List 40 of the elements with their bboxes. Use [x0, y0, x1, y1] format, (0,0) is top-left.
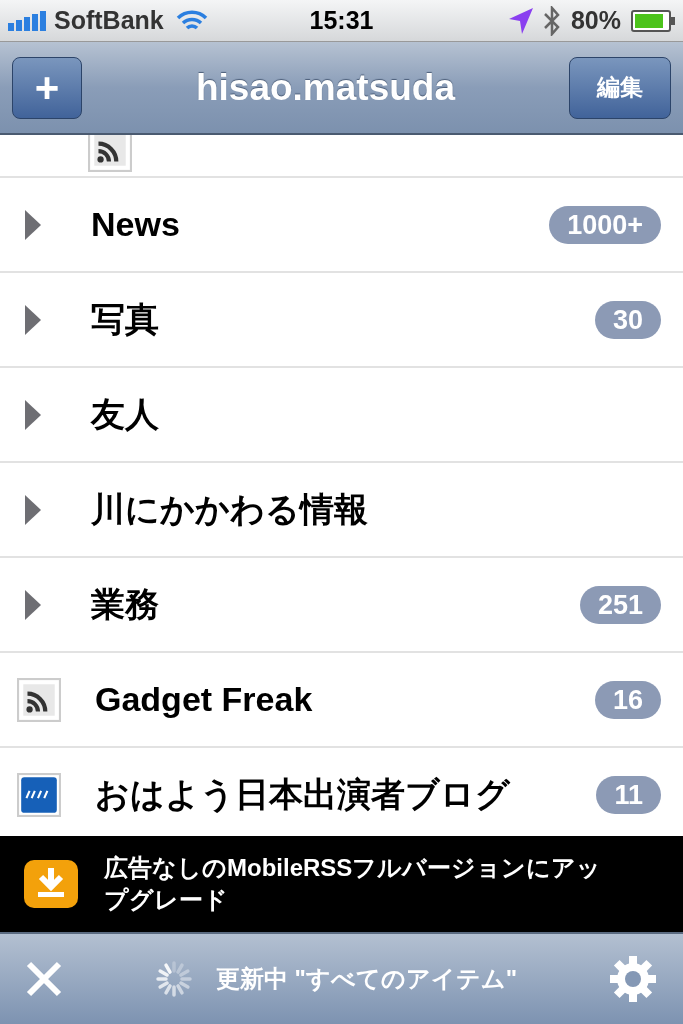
feed-row[interactable]: Gadget Freak 16	[0, 653, 683, 748]
account-title: hisao.matsuda	[195, 66, 456, 109]
disclosure-triangle-icon	[25, 399, 41, 430]
unread-count: 251	[579, 585, 661, 624]
battery-percentage: 80%	[570, 6, 621, 35]
settings-icon[interactable]	[609, 955, 657, 1003]
feed-title: 友人	[91, 393, 159, 435]
edit-button[interactable]: 編集	[569, 56, 671, 119]
add-button[interactable]: +	[12, 56, 82, 119]
feed-row[interactable]: 川にかかわる情報	[0, 463, 683, 558]
feed-title: Gadget Freak	[95, 680, 313, 719]
feed-row[interactable]: News 1000+	[0, 178, 683, 273]
carrier-name: SoftBank	[54, 6, 164, 35]
feed-row[interactable]: 友人	[0, 368, 683, 463]
loading-spinner-icon	[153, 959, 194, 999]
battery-icon	[631, 9, 675, 32]
disclosure-triangle-icon	[25, 589, 41, 620]
unread-count: 11	[596, 775, 661, 814]
location-arrow-icon	[508, 7, 533, 34]
bluetooth-icon	[542, 5, 561, 36]
update-status-text: 更新中 "すべてのアイテム"	[215, 964, 518, 994]
feed-title: News	[91, 205, 180, 244]
disclosure-triangle-icon	[25, 209, 41, 240]
logo-icon	[17, 772, 61, 817]
feed-row[interactable]: 写真 30	[0, 273, 683, 368]
unread-count: 30	[594, 300, 661, 339]
unread-count: 1000+	[549, 205, 661, 244]
disclosure-triangle-icon	[25, 494, 41, 525]
feed-row[interactable]: 業務 251	[0, 558, 683, 653]
feed-title: おはよう日本出演者ブログ	[95, 773, 510, 815]
signal-icon	[8, 10, 48, 31]
feed-title: 業務	[91, 583, 159, 625]
unread-count: 16	[594, 680, 661, 719]
clock-time: 15:31	[309, 6, 374, 34]
feed-title: 写真	[91, 298, 159, 340]
close-icon[interactable]	[26, 961, 62, 997]
download-icon[interactable]	[24, 860, 78, 908]
rss-icon	[17, 677, 61, 722]
disclosure-triangle-icon	[25, 304, 41, 335]
feed-title: 川にかかわる情報	[91, 488, 368, 530]
